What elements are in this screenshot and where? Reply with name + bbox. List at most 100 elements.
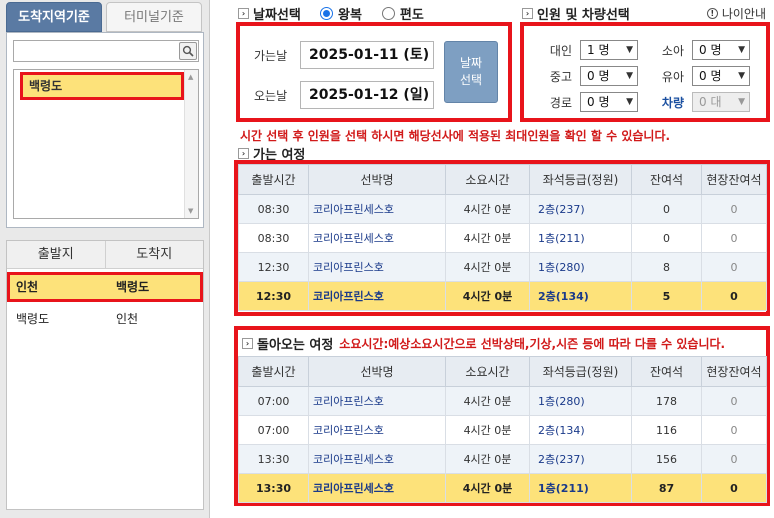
date-selection-box: 가는날 2025-01-11 (토) 오는날 2025-01-12 (일) 날짜… — [236, 22, 512, 122]
cell-remaining: 116 — [631, 415, 702, 445]
cell-onsite: 0 — [701, 194, 767, 224]
table-row[interactable]: 07:00 코리아프린스호 4시간 0분 2층(134) 116 0 — [238, 415, 767, 445]
table-row[interactable]: 08:30 코리아프린세스호 4시간 0분 2층(237) 0 0 — [238, 194, 767, 224]
section-arrow-icon: › — [522, 8, 533, 19]
return-trip-note: 소요시간:예상소요시간으로 선박상태,기상,시즌 등에 따라 다를 수 있습니다… — [339, 336, 726, 351]
pax-label: 중고 — [549, 69, 572, 84]
destination-panel: 백령도 ▲ ▼ — [6, 32, 204, 228]
date-title-text: 날짜선택 — [253, 8, 301, 23]
pax-section-title: › 인원 및 차량선택 — [522, 4, 630, 23]
list-item-destination[interactable]: 백령도 — [20, 72, 184, 100]
radio-one-way-label[interactable]: 편도 — [400, 4, 424, 23]
region-tabs: 도착지역기준 터미널기준 — [6, 2, 206, 32]
senior-select[interactable]: 0 명 ▼ — [580, 92, 638, 112]
col-ship-name: 선박명 — [308, 164, 446, 195]
cell-remaining: 5 — [631, 281, 702, 311]
cell-onsite: 0 — [701, 444, 767, 474]
teen-select[interactable]: 0 명 ▼ — [580, 66, 638, 86]
cell-onsite: 0 — [701, 415, 767, 445]
cell-duration: 4시간 0분 — [445, 223, 530, 253]
route-header-to: 도착지 — [136, 247, 173, 262]
depart-date-row: 가는날 2025-01-11 (토) — [254, 41, 434, 69]
scrollbar[interactable]: ▲ ▼ — [184, 70, 198, 218]
depart-date-field[interactable]: 2025-01-11 (토) — [300, 41, 434, 69]
child-select[interactable]: 0 명 ▼ — [692, 40, 750, 60]
return-trip-title-text: 돌아오는 여정 — [257, 337, 334, 353]
search-button[interactable] — [179, 42, 197, 60]
cell-duration: 4시간 0분 — [445, 415, 530, 445]
chevron-down-icon: ▼ — [626, 97, 633, 107]
table-row-selected[interactable]: 12:30 코리아프린스호 4시간 0분 2층(134) 5 0 — [238, 281, 767, 311]
date-select-button[interactable]: 날짜 선택 — [444, 41, 498, 103]
col-onsite-remaining: 현장잔여석 — [701, 164, 767, 195]
cell-ship: 코리아프린세스호 — [308, 473, 446, 503]
cell-time: 08:30 — [238, 194, 309, 224]
radio-one-way[interactable] — [381, 7, 395, 20]
cell-onsite: 0 — [701, 252, 767, 282]
table-row[interactable]: 13:30 코리아프린세스호 4시간 0분 2층(237) 156 0 — [238, 444, 767, 474]
route-to: 인천 — [116, 312, 139, 326]
route-row[interactable]: 백령도 인천 — [7, 307, 203, 337]
section-arrow-icon: › — [238, 148, 249, 159]
return-trip-title: › 돌아오는 여정 소요시간:예상소요시간으로 선박상태,기상,시즌 등에 따라… — [238, 330, 766, 356]
pax-label: 차량 — [661, 95, 684, 110]
radio-round-trip-label[interactable]: 왕복 — [338, 4, 362, 23]
tab-terminal[interactable]: 터미널기준 — [106, 2, 202, 32]
left-panel: 도착지역기준 터미널기준 백령도 ▲ ▼ 출발지 도착지 인천 백령도 백령도 … — [0, 0, 210, 518]
pax-infant: 유아 0 명 ▼ — [646, 66, 750, 86]
cell-duration: 4시간 0분 — [445, 252, 530, 282]
route-row-selected[interactable]: 인천 백령도 — [7, 272, 203, 302]
col-remaining: 잔여석 — [631, 356, 702, 387]
chevron-down-icon: ▼ — [738, 71, 745, 81]
cell-time: 12:30 — [238, 252, 309, 282]
cell-remaining: 0 — [631, 194, 702, 224]
pax-adult: 대인 1 명 ▼ — [534, 40, 638, 60]
scroll-down-icon[interactable]: ▼ — [188, 207, 193, 215]
trip-type-radio-group: 왕복 편도 — [320, 4, 444, 23]
tab-destination-region[interactable]: 도착지역기준 — [6, 2, 102, 32]
section-arrow-icon: › — [238, 8, 249, 19]
table-row-selected[interactable]: 13:30 코리아프린세스호 4시간 0분 1층(211) 87 0 — [238, 473, 767, 503]
table-row[interactable]: 08:30 코리아프린세스호 4시간 0분 1층(211) 0 0 — [238, 223, 767, 253]
pax-teen: 중고 0 명 ▼ — [534, 66, 638, 86]
date-button-line2: 선택 — [459, 73, 483, 87]
age-info-link[interactable]: ! 나이안내 — [706, 5, 766, 22]
col-duration: 소요시간 — [445, 356, 530, 387]
infant-select[interactable]: 0 명 ▼ — [692, 66, 750, 86]
search-icon — [182, 45, 194, 57]
cell-ship: 코리아프린세스호 — [308, 223, 446, 253]
col-remaining: 잔여석 — [631, 164, 702, 195]
return-trip-table: 출발시간 선박명 소요시간 좌석등급(정원) 잔여석 현장잔여석 07:00 코… — [238, 356, 767, 503]
cell-ship: 코리아프린세스호 — [308, 194, 446, 224]
return-date-field[interactable]: 2025-01-12 (일) — [300, 81, 434, 109]
chevron-down-icon: ▼ — [626, 71, 633, 81]
col-seat-grade: 좌석등급(정원) — [529, 356, 632, 387]
cell-duration: 4시간 0분 — [445, 473, 530, 503]
cell-ship: 코리아프린세스호 — [308, 444, 446, 474]
col-seat-grade: 좌석등급(정원) — [529, 164, 632, 195]
return-label: 오는날 — [254, 88, 288, 103]
route-panel: 출발지 도착지 인천 백령도 백령도 인천 — [6, 240, 204, 510]
destination-search-input[interactable] — [13, 40, 199, 62]
cell-duration: 4시간 0분 — [445, 386, 530, 416]
table-row[interactable]: 07:00 코리아프린스호 4시간 0분 1층(280) 178 0 — [238, 386, 767, 416]
table-header-row: 출발시간 선박명 소요시간 좌석등급(정원) 잔여석 현장잔여석 — [238, 356, 767, 387]
date-button-line1: 날짜 — [459, 56, 483, 70]
notice-text: 시간 선택 후 인원을 선택 하시면 해당선사에 적용된 최대인원을 확인 할 … — [240, 129, 671, 143]
table-row[interactable]: 12:30 코리아프린스호 4시간 0분 1층(280) 8 0 — [238, 252, 767, 282]
cell-time: 08:30 — [238, 223, 309, 253]
cell-time: 13:30 — [238, 473, 309, 503]
route-header-from: 출발지 — [7, 241, 106, 268]
info-icon: ! — [706, 8, 718, 19]
route-from: 백령도 — [16, 312, 50, 326]
scroll-up-icon[interactable]: ▲ — [188, 73, 193, 81]
radio-round-trip[interactable] — [320, 7, 333, 20]
cell-time: 07:00 — [238, 415, 309, 445]
chevron-down-icon: ▼ — [738, 45, 745, 55]
col-onsite-remaining: 현장잔여석 — [701, 356, 767, 387]
cell-onsite: 0 — [701, 386, 767, 416]
col-duration: 소요시간 — [445, 164, 530, 195]
destination-list: 백령도 ▲ ▼ — [13, 69, 199, 219]
cell-duration: 4시간 0분 — [445, 281, 530, 311]
adult-select[interactable]: 1 명 ▼ — [580, 40, 638, 60]
